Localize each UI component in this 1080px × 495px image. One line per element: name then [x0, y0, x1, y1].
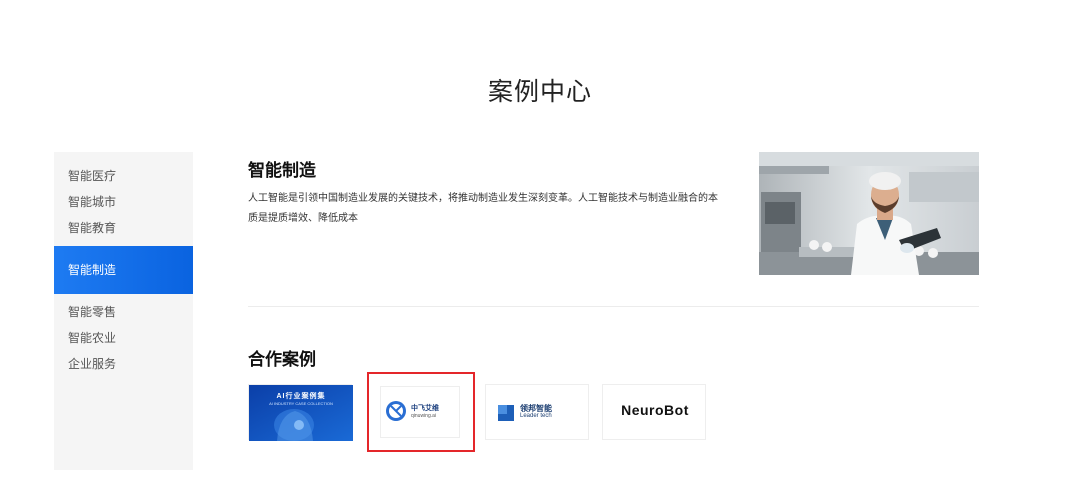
partners-heading: 合作案例: [248, 350, 316, 369]
sidebar-item-manufacturing[interactable]: 智能制造: [54, 246, 193, 294]
partner-card-ai-case[interactable]: AI行业案例集 AI INDUSTRY CASE COLLECTION: [248, 384, 353, 441]
circle-logo-icon: [386, 401, 406, 421]
neurobot-logo-icon: NeuroBot: [621, 402, 689, 418]
sidebar-item-education[interactable]: 智能教育: [54, 217, 193, 239]
partner-subtitle: qinuwing.ai: [411, 413, 437, 419]
partner-card-neurobot[interactable]: NeuroBot: [602, 384, 706, 440]
section-description: 人工智能是引领中国制造业发展的关键技术，将推动制造业发生深刻变革。人工智能技术与…: [248, 193, 718, 224]
sidebar-item-enterprise[interactable]: 企业服务: [54, 353, 193, 375]
sidebar-item-retail[interactable]: 智能零售: [54, 301, 193, 323]
partner-card-leader[interactable]: 领邦智能 Leader tech: [485, 384, 589, 440]
page-title: 案例中心: [487, 78, 592, 106]
section-divider: [248, 306, 979, 307]
partner-card-zhongfei[interactable]: 中飞艾维 qinuwing.ai: [367, 372, 475, 452]
partner-title: AI行业案例集: [276, 393, 326, 400]
section-heading: 智能制造: [248, 161, 316, 180]
partner-subtitle: AI INDUSTRY CASE COLLECTION: [269, 401, 333, 406]
leader-logo-icon: [498, 405, 514, 421]
hero-image: [759, 152, 979, 275]
partner-title: 中飞艾维: [411, 405, 439, 412]
partner-subtitle: Leader tech: [520, 413, 552, 419]
sidebar-item-medical[interactable]: 智能医疗: [54, 165, 193, 187]
sidebar-item-city[interactable]: 智能城市: [54, 191, 193, 213]
category-sidebar: 智能医疗 智能城市 智能教育 智能制造 智能零售 智能农业 企业服务: [54, 152, 193, 470]
sidebar-item-agriculture[interactable]: 智能农业: [54, 327, 193, 349]
